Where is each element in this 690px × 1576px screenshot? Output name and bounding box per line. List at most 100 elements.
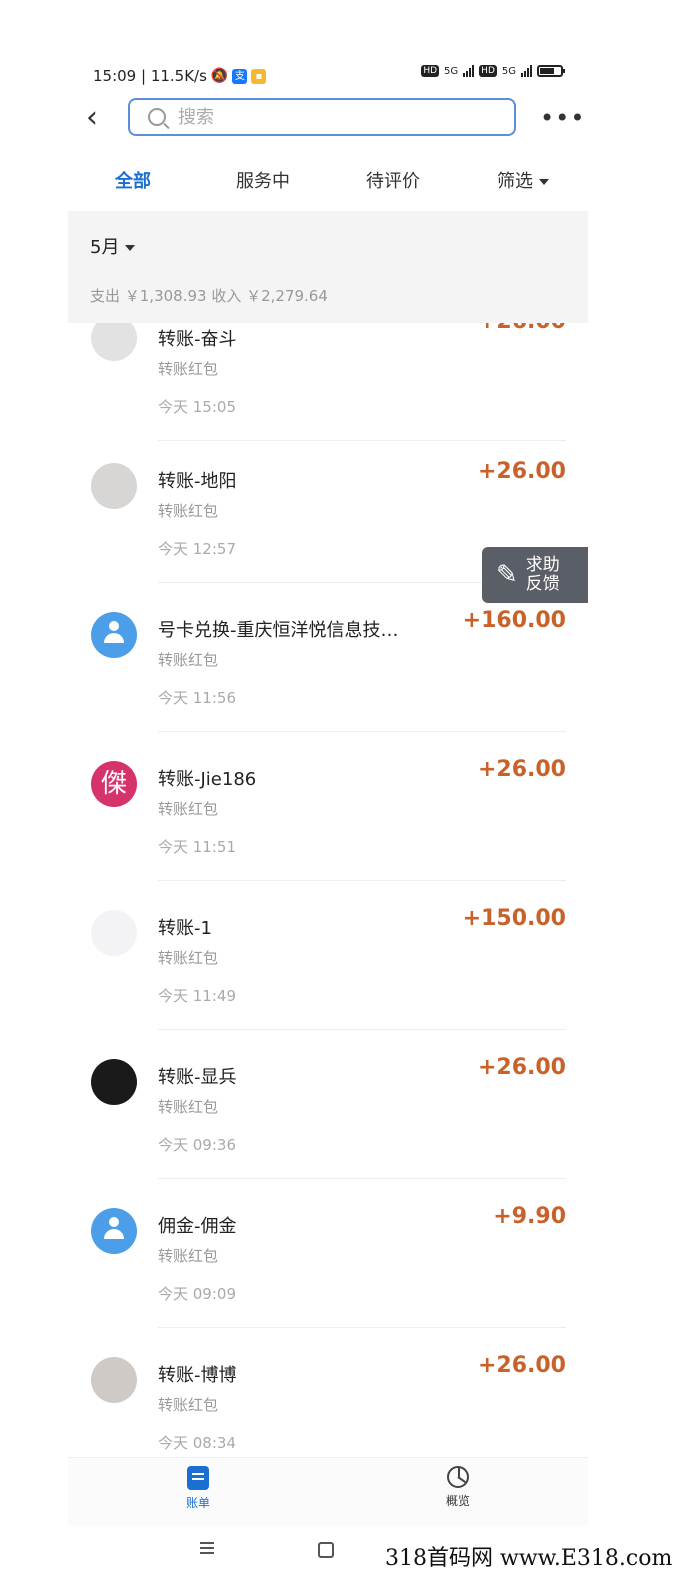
hd-badge: HD — [421, 65, 440, 77]
list-item[interactable]: 号卡兑换-重庆恒洋悦信息技… 转账红包 今天 11:56 +160.00 — [68, 608, 588, 761]
list-item[interactable]: 转账-1 转账红包 今天 11:49 +150.00 — [68, 906, 588, 1059]
list-item[interactable]: 傑 转账-Jie186 转账红包 今天 11:51 +26.00 — [68, 757, 588, 910]
signal-icon — [463, 65, 475, 77]
network-label-2: 5G — [501, 65, 516, 77]
signal-icon-2 — [521, 65, 532, 77]
item-amount: +26.00 — [477, 1055, 566, 1080]
item-title: 佣金-佣金 — [158, 1216, 237, 1237]
divider — [158, 880, 566, 881]
default-person-icon — [91, 612, 137, 658]
month-chevron-down-icon — [125, 245, 136, 251]
item-subtitle: 转账红包 — [158, 1396, 219, 1414]
item-amount: +26.00 — [478, 323, 566, 334]
more-options-icon[interactable]: ••• — [540, 101, 585, 135]
network-label: 5G — [444, 65, 459, 77]
list-item[interactable]: 转账-奋斗 转账红包 今天 15:05 +26.00 — [68, 323, 588, 470]
item-amount: +26.00 — [477, 459, 566, 484]
list-item[interactable]: 转账-显兵 转账红包 今天 09:36 +26.00 — [68, 1055, 588, 1208]
photo-avatar — [91, 323, 137, 361]
filter-tabs: 全部 服务中 待评价 筛选 — [68, 155, 588, 209]
status-right: HD 5G HD 5G — [421, 65, 565, 77]
divider — [158, 1327, 566, 1328]
list-item[interactable]: 转账-博博 转账红包 今天 08:34 +26.00 — [68, 1353, 588, 1457]
transaction-list: 转账-奋斗 转账红包 今天 15:05 +26.00 转账-地阳 转账红包 今天… — [68, 323, 588, 1457]
tab-filter[interactable]: 筛选 — [458, 155, 588, 209]
search-input[interactable] — [176, 105, 480, 129]
divider — [158, 731, 566, 732]
item-title: 转账-地阳 — [158, 471, 237, 492]
tab-in-service[interactable]: 服务中 — [198, 155, 328, 209]
item-time: 今天 15:05 — [158, 398, 236, 416]
pie-chart-icon — [447, 1466, 469, 1488]
item-time: 今天 09:36 — [158, 1136, 236, 1154]
tab-pending-review[interactable]: 待评价 — [328, 155, 458, 209]
search-icon — [148, 108, 166, 126]
tab-all[interactable]: 全部 — [68, 155, 198, 209]
default-person-icon — [91, 1208, 137, 1254]
status-icons: 🔕 支 ▪ — [210, 68, 267, 84]
item-title: 转账-奋斗 — [158, 329, 237, 350]
notification-icon: ▪ — [251, 68, 267, 84]
search-box[interactable] — [128, 98, 516, 136]
item-time: 今天 11:51 — [158, 838, 236, 856]
photo-avatar — [91, 1059, 137, 1105]
help-line-1: 求助 — [525, 555, 560, 575]
item-title: 号卡兑换-重庆恒洋悦信息技… — [158, 620, 399, 641]
item-time: 今天 12:57 — [158, 540, 236, 558]
item-time: 今天 09:09 — [158, 1285, 236, 1303]
blank-avatar — [91, 910, 137, 956]
month-selector[interactable]: 5月 — [90, 233, 136, 259]
list-item[interactable]: 佣金-佣金 转账红包 今天 09:09 +9.90 — [68, 1204, 588, 1357]
menu-icon[interactable] — [200, 1542, 214, 1544]
nav-overview[interactable]: 概览 — [328, 1458, 588, 1526]
bell-muted-icon: 🔕 — [210, 68, 229, 84]
help-feedback-button[interactable]: ✎ 求助 反馈 — [482, 547, 588, 603]
hd-badge-2: HD — [479, 65, 497, 77]
pencil-icon: ✎ — [496, 560, 518, 590]
item-time: 今天 08:34 — [158, 1434, 236, 1452]
item-time: 今天 11:49 — [158, 987, 236, 1005]
home-icon[interactable] — [318, 1542, 334, 1558]
nav-bills-label: 账单 — [185, 1496, 210, 1510]
app-screen: 15:09 | 11.5K/s 🔕 支 ▪ HD 5G HD 5G ‹ ••• … — [68, 55, 588, 1526]
nav-overview-label: 概览 — [445, 1494, 470, 1508]
item-subtitle: 转账红包 — [158, 651, 219, 669]
tab-filter-label: 筛选 — [497, 171, 533, 192]
help-line-2: 反馈 — [525, 574, 560, 594]
item-title: 转账-Jie186 — [158, 769, 257, 790]
month-summary: 5月 支出 ￥1,308.93 收入 ￥2,279.64 — [68, 211, 588, 323]
photo-avatar — [91, 1357, 137, 1403]
item-subtitle: 转账红包 — [158, 360, 219, 378]
item-subtitle: 转账红包 — [158, 1247, 219, 1265]
item-subtitle: 转账红包 — [158, 800, 219, 818]
item-title: 转账-1 — [158, 918, 212, 939]
nav-bills[interactable]: 账单 — [68, 1458, 328, 1526]
chevron-down-icon — [539, 179, 549, 185]
status-time-speed: 15:09 | 11.5K/s — [93, 67, 207, 85]
divider — [158, 1178, 566, 1179]
item-title: 转账-博博 — [158, 1365, 237, 1386]
item-time: 今天 11:56 — [158, 689, 236, 707]
item-subtitle: 转账红包 — [158, 949, 219, 967]
battery-icon — [537, 65, 565, 77]
item-subtitle: 转账红包 — [158, 1098, 219, 1116]
item-amount: +150.00 — [462, 906, 566, 931]
item-subtitle: 转账红包 — [158, 502, 219, 520]
watermark: 318首码网 www.E318.com — [385, 1546, 673, 1571]
jie-avatar: 傑 — [91, 761, 137, 807]
item-amount: +9.90 — [493, 1204, 566, 1229]
status-bar: 15:09 | 11.5K/s 🔕 支 ▪ HD 5G HD 5G — [93, 65, 565, 87]
month-label: 5月 — [90, 237, 120, 258]
item-amount: +26.00 — [477, 1353, 566, 1378]
bottom-nav: 账单 概览 — [68, 1457, 588, 1526]
item-title: 转账-显兵 — [158, 1067, 237, 1088]
item-amount: +26.00 — [477, 757, 566, 782]
bill-icon — [187, 1466, 209, 1490]
divider — [158, 1029, 566, 1030]
back-arrow-icon[interactable]: ‹ — [86, 101, 116, 135]
system-nav-bar: 318首码网 www.E318.com — [0, 1528, 690, 1576]
help-feedback-label: 求助 反馈 — [526, 556, 560, 594]
item-amount: +160.00 — [462, 608, 566, 633]
alipay-icon: 支 — [232, 68, 248, 84]
top-bar: ‹ ••• — [68, 95, 588, 145]
